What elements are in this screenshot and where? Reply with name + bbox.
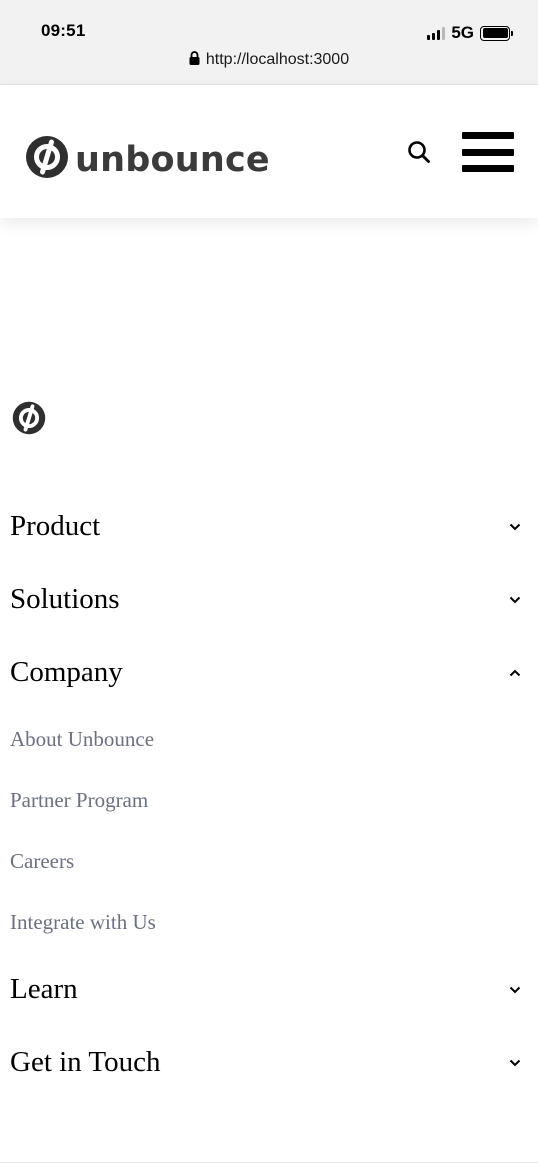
system-indicators: 5G (427, 23, 513, 43)
section-label: Solutions (10, 583, 120, 615)
signal-icon (427, 26, 446, 40)
address-bar[interactable]: http://localhost:3000 (0, 51, 538, 70)
chevron-down-icon (508, 983, 522, 997)
footer-section-product[interactable]: Product (10, 490, 528, 563)
section-label: Company (10, 656, 123, 688)
footer-section-solutions[interactable]: Solutions (10, 563, 528, 636)
network-type: 5G (451, 23, 474, 42)
section-label: Learn (10, 973, 78, 1005)
chevron-up-icon (508, 666, 522, 680)
footer-section-learn[interactable]: Learn (10, 953, 528, 1026)
footer-logo-icon[interactable] (12, 401, 46, 440)
status-time: 09:51 (41, 21, 86, 40)
brand-logo-link[interactable]: unbounce (25, 135, 270, 184)
unbounce-logo-icon (25, 135, 69, 184)
footer-nav: Product Solutions Company About Unbounce… (10, 490, 528, 1099)
section-label: Product (10, 510, 101, 542)
chevron-down-icon (508, 593, 522, 607)
section-label: Get in Touch (10, 1046, 161, 1078)
brand-name: unbounce (75, 139, 270, 180)
footer-divider (0, 1162, 538, 1163)
company-submenu: About Unbounce Partner Program Careers I… (10, 709, 528, 953)
footer-link-careers[interactable]: Careers (10, 831, 528, 892)
chevron-down-icon (508, 520, 522, 534)
search-button[interactable] (404, 137, 434, 167)
battery-icon (480, 25, 513, 41)
footer-link-integrate[interactable]: Integrate with Us (10, 892, 528, 953)
search-icon (408, 141, 430, 163)
footer-section-company[interactable]: Company (10, 636, 528, 709)
footer-link-about-unbounce[interactable]: About Unbounce (10, 709, 528, 770)
status-bar: 09:51 5G http://localhost:3000 (0, 0, 538, 85)
footer-section-get-in-touch[interactable]: Get in Touch (10, 1026, 528, 1099)
chevron-down-icon (508, 1056, 522, 1070)
url-text: http://localhost:3000 (205, 51, 350, 68)
site-header: unbounce (0, 85, 538, 218)
lock-icon (189, 51, 200, 70)
hamburger-menu-icon[interactable] (462, 132, 514, 172)
footer-link-partner-program[interactable]: Partner Program (10, 770, 528, 831)
